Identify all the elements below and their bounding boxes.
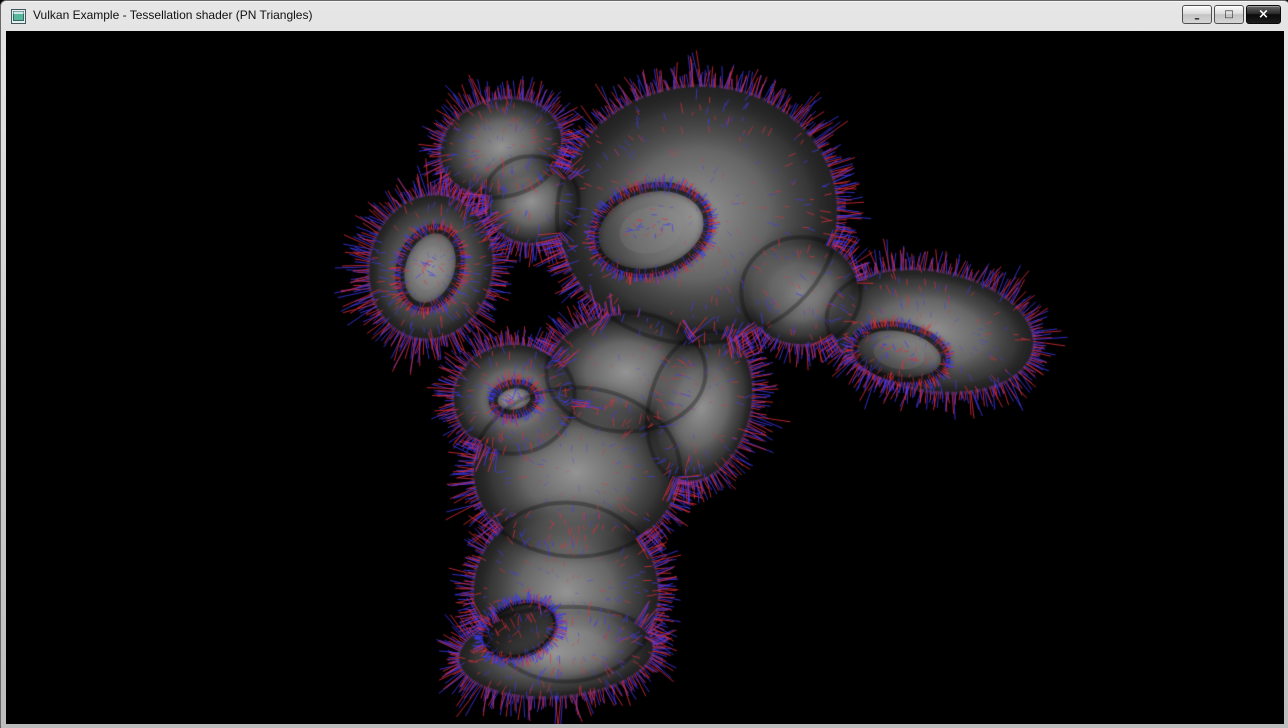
close-button[interactable]: × xyxy=(1246,5,1281,24)
app-window: Vulkan Example - Tessellation shader (PN… xyxy=(0,0,1288,728)
close-icon: × xyxy=(1258,8,1269,21)
maximize-button[interactable]: □ xyxy=(1214,5,1244,24)
title-bar[interactable]: Vulkan Example - Tessellation shader (PN… xyxy=(1,1,1288,31)
render-area xyxy=(6,31,1284,724)
app-icon xyxy=(11,9,26,24)
window-controls: – □ × xyxy=(1182,1,1281,24)
render-viewport[interactable] xyxy=(6,31,1284,724)
maximize-icon: □ xyxy=(1224,10,1233,20)
minimize-button[interactable]: – xyxy=(1182,5,1212,24)
window-title: Vulkan Example - Tessellation shader (PN… xyxy=(33,8,312,22)
minimize-icon: – xyxy=(1194,13,1200,24)
